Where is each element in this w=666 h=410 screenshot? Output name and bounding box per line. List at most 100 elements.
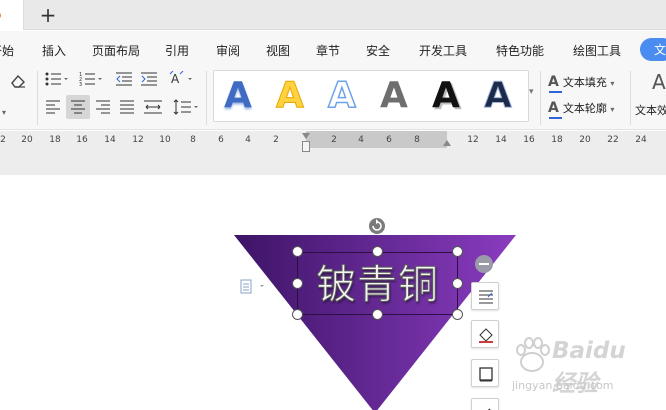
wordart-style-5[interactable]: A (432, 77, 460, 115)
wordart-style-3[interactable]: A (327, 76, 356, 116)
paw-logo-icon (516, 337, 550, 372)
line-spacing-icon[interactable] (173, 99, 199, 115)
ruler-tick: 14 (104, 135, 116, 145)
ruler-tick: 4 (245, 135, 251, 145)
bullet-list-icon[interactable] (45, 72, 69, 86)
menu-security[interactable]: 安全 (366, 42, 390, 59)
ruler-tick: 6 (218, 135, 224, 145)
ruler-tick: 8 (414, 135, 420, 145)
wordart-text[interactable]: 铍青铜 (297, 260, 458, 310)
wordart-style-2[interactable]: A (276, 76, 305, 115)
justify-icon[interactable] (120, 100, 134, 114)
pencil-icon (487, 408, 491, 410)
character-spacing-icon[interactable]: A (169, 71, 193, 87)
shape-outline-button[interactable] (471, 359, 499, 387)
wordart-style-6[interactable]: A (484, 76, 513, 115)
ruler-tick: 12 (132, 135, 144, 145)
align-right-icon[interactable] (96, 100, 110, 114)
decrease-indent-icon[interactable] (116, 72, 132, 86)
resize-handle-bottom-left[interactable] (292, 309, 303, 320)
resize-handle-top[interactable] (372, 246, 383, 257)
watermark-url: jingyan.baidu.com (512, 379, 614, 392)
horizontal-ruler[interactable]: 2 20 18 16 14 12 10 8 6 4 2 2 4 6 8 12 1… (0, 131, 666, 153)
wordart-style-gallery: A A A A A A (213, 70, 529, 122)
menu-home[interactable]: 开始 (0, 42, 14, 59)
menu-references[interactable]: 引用 (165, 42, 189, 59)
fill-color-bar (549, 91, 562, 93)
menu-bar: 开始 插入 页面布局 引用 审阅 视图 章节 安全 开发工具 特色功能 绘图工具… (0, 31, 666, 67)
text-fill-button[interactable]: A 文本填充 ▾ (548, 74, 614, 93)
text-effect-icon[interactable]: A (652, 72, 666, 92)
ruler-tick: 4 (358, 135, 364, 145)
ribbon-toolbar: ▾ 123 A A A A A A A ▾ A 文本填充 ▾ A 文本轮廓 ▾ … (0, 67, 666, 130)
menu-page-layout[interactable]: 页面布局 (92, 42, 140, 59)
ruler-tick: 8 (190, 135, 196, 145)
ruler-tick: 22 (607, 135, 619, 145)
ruler-tick: 2 (0, 135, 6, 145)
shape-fill-button[interactable] (471, 320, 499, 348)
document-tab[interactable] (0, 0, 24, 30)
resize-handle-bottom-right[interactable] (452, 309, 463, 320)
ruler-tick: 24 (635, 135, 647, 145)
ruler-tick: 6 (386, 135, 392, 145)
layout-options-button[interactable] (471, 282, 499, 310)
text-fill-label: 文本填充 (562, 76, 607, 89)
outline-square-icon (479, 367, 493, 382)
ruler-tick: 16 (523, 135, 535, 145)
first-line-indent-marker[interactable] (302, 133, 310, 139)
right-indent-marker[interactable] (443, 140, 451, 146)
menu-chapter[interactable]: 章节 (316, 42, 340, 59)
resize-handle-right[interactable] (452, 278, 463, 289)
ruler-text-area (306, 131, 447, 148)
text-outline-label: 文本轮廓 (562, 102, 607, 115)
menu-view[interactable]: 视图 (266, 42, 290, 59)
resize-handle-top-left[interactable] (292, 246, 303, 257)
rotate-handle-icon[interactable] (368, 217, 386, 235)
ribbon-separator (206, 71, 207, 125)
text-fill-icon: A (548, 74, 559, 90)
eraser-icon[interactable] (9, 73, 27, 89)
ruler-tick: 14 (495, 135, 507, 145)
menu-review[interactable]: 审阅 (216, 42, 240, 59)
text-outline-icon: A (548, 100, 559, 116)
resize-handle-bottom[interactable] (372, 309, 383, 320)
ruler-tick: 20 (579, 135, 591, 145)
align-center-button[interactable] (66, 95, 90, 119)
ribbon-separator (540, 71, 541, 125)
menu-features[interactable]: 特色功能 (496, 42, 544, 59)
wps-writer-window: + 开始 插入 页面布局 引用 审阅 视图 章节 安全 开发工具 特色功能 绘图… (0, 0, 666, 410)
collapse-toolbar-icon[interactable] (475, 255, 493, 273)
align-center-icon (71, 100, 85, 114)
numbered-list-icon[interactable]: 123 (79, 72, 103, 86)
left-indent-marker[interactable] (302, 141, 310, 152)
wordart-style-1[interactable]: A (224, 77, 252, 115)
ruler-tick: 10 (159, 135, 171, 145)
gallery-more-button[interactable]: ▾ (529, 87, 534, 97)
text-wrap-icon (479, 290, 493, 304)
text-outline-button[interactable]: A 文本轮廓 ▾ (548, 100, 614, 119)
menu-drawing-tools[interactable]: 绘图工具 (573, 42, 621, 59)
text-effect-label[interactable]: 文本效 (635, 102, 666, 118)
page-background (0, 153, 666, 175)
menu-developer[interactable]: 开发工具 (419, 42, 467, 59)
ruler-tick: 2 (331, 135, 337, 145)
resize-handle-left[interactable] (292, 278, 303, 289)
distributed-align-icon[interactable] (144, 100, 162, 114)
ruler-tick: 20 (21, 135, 33, 145)
wordart-style-4[interactable]: A (380, 77, 408, 115)
ruler-tick: 2 (273, 135, 279, 145)
new-tab-button[interactable]: + (37, 3, 59, 27)
align-left-icon[interactable] (46, 100, 60, 114)
edit-shape-button[interactable] (471, 398, 499, 410)
dropdown-arrow-icon[interactable]: ▾ (2, 101, 6, 122)
ruler-tick: 16 (76, 135, 88, 145)
document-tab-strip: + (0, 0, 666, 30)
svg-text:A: A (171, 72, 180, 86)
resize-handle-top-right[interactable] (452, 246, 463, 257)
unsaved-dot-icon (0, 12, 1, 19)
svg-text:3: 3 (79, 82, 82, 86)
menu-insert[interactable]: 插入 (42, 42, 66, 59)
increase-indent-icon[interactable] (141, 72, 157, 86)
menu-text-tools[interactable]: 文 (640, 38, 666, 61)
ribbon-separator (630, 71, 631, 125)
